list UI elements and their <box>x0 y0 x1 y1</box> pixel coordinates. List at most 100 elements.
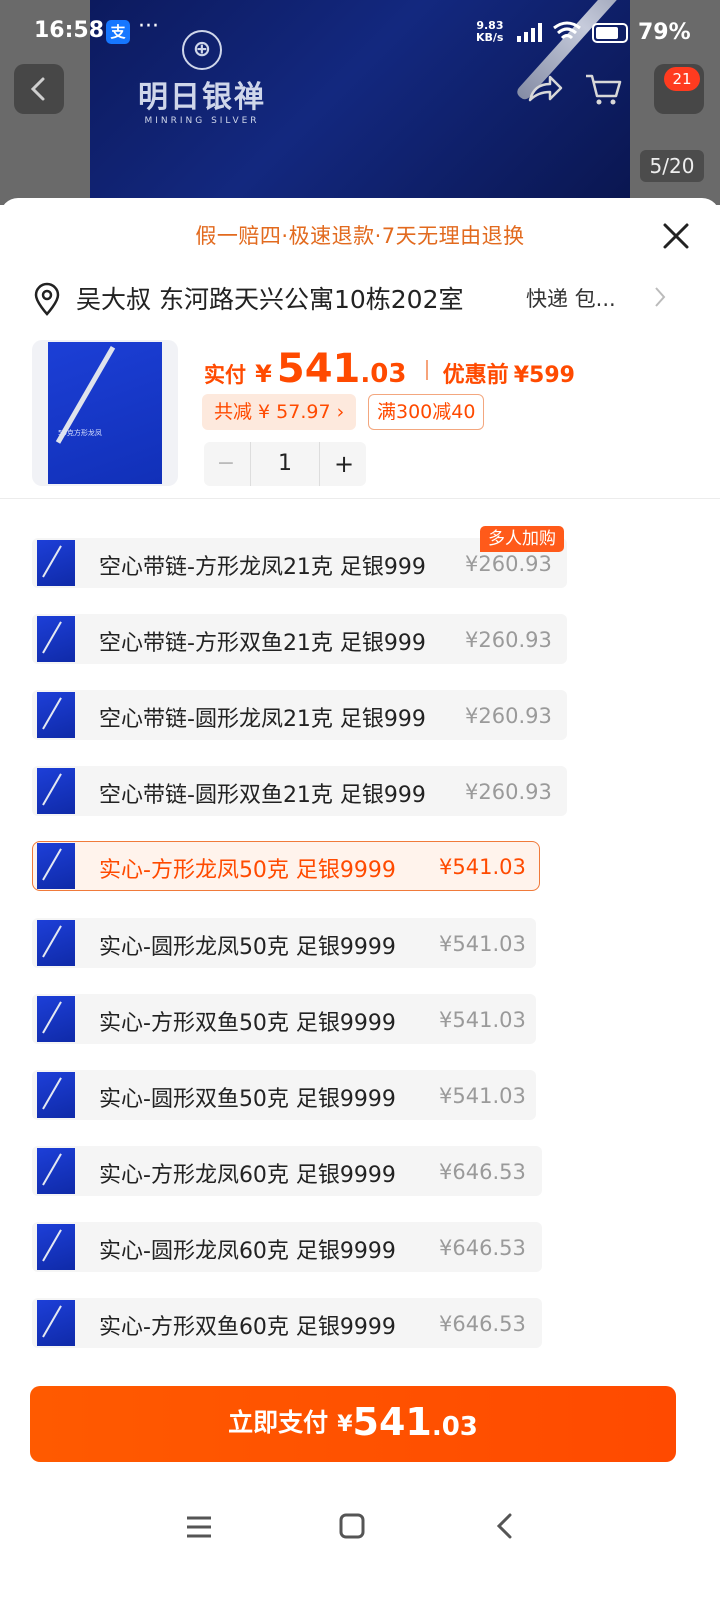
pay-now-decimal: .03 <box>431 1412 478 1442</box>
variant-option[interactable]: 实心-方形双鱼50克 足银9999 ¥541.03 <box>32 994 536 1044</box>
decrease-quantity-button[interactable]: − <box>204 442 248 486</box>
promo-threshold-chip[interactable]: 满300减40 <box>368 394 485 430</box>
close-button[interactable] <box>656 216 696 256</box>
silver-item-graphic <box>42 925 62 958</box>
variant-label: 实心-方形双鱼50克 足银9999 <box>99 1011 396 1036</box>
variant-price: ¥646.53 <box>439 1236 526 1260</box>
variant-option[interactable]: 实心-方形龙凤60克 足银9999 ¥646.53 <box>32 1146 542 1196</box>
variant-thumbnail <box>37 1148 75 1194</box>
variant-thumbnail <box>37 768 75 814</box>
final-price-decimal: .03 <box>360 359 407 389</box>
silver-item-graphic <box>42 1077 62 1110</box>
variant-thumbnail <box>37 1224 75 1270</box>
chevron-left-icon <box>30 77 45 101</box>
share-button[interactable] <box>520 64 570 114</box>
more-notifications-icon: ··· <box>138 14 159 39</box>
variant-option-selected[interactable]: 实心-方形龙凤50克 足银9999 ¥541.03 <box>32 841 540 891</box>
variant-price: ¥260.93 <box>465 628 552 652</box>
battery-icon <box>592 23 628 43</box>
variant-price: ¥260.93 <box>465 704 552 728</box>
status-bar: 16:58 支 ··· 9.83 KB/s 79% <box>0 0 720 64</box>
variant-label: 空心带链-方形双鱼21克 足银999 <box>99 631 426 656</box>
variant-price: ¥260.93 <box>465 552 552 576</box>
increase-quantity-button[interactable]: + <box>322 442 366 486</box>
silver-item-graphic <box>42 848 62 881</box>
final-price-label: 实付 <box>204 363 246 387</box>
cart-icon <box>586 74 622 105</box>
pay-now-button[interactable]: 立即支付 ¥541.03 <box>30 1386 676 1462</box>
silver-item-graphic <box>42 545 62 578</box>
variant-label: 实心-圆形龙凤50克 足银9999 <box>99 935 396 960</box>
quantity-value[interactable]: 1 <box>250 442 320 486</box>
silver-item-graphic <box>42 1229 62 1262</box>
final-price: 实付 ¥ 541.03 优惠前 ¥599 <box>204 346 575 392</box>
quantity-stepper: − 1 + <box>204 442 366 486</box>
silver-item-graphic <box>42 773 62 806</box>
variant-price: ¥646.53 <box>439 1312 526 1336</box>
share-icon <box>528 75 563 102</box>
variant-price: ¥541.03 <box>439 1008 526 1032</box>
variant-price: ¥260.93 <box>465 780 552 804</box>
variant-label: 实心-方形双鱼60克 足银9999 <box>99 1315 396 1340</box>
variant-label: 实心-方形龙凤60克 足银9999 <box>99 1163 396 1188</box>
variant-thumbnail <box>37 920 75 966</box>
variant-thumbnail <box>37 1300 75 1346</box>
variant-label: 实心-圆形龙凤60克 足银9999 <box>99 1239 396 1264</box>
wifi-icon <box>553 21 581 40</box>
variant-price: ¥541.03 <box>439 932 526 956</box>
shipping-method: 快递 包... <box>526 287 616 311</box>
variant-label: 空心带链-圆形双鱼21克 足银999 <box>99 783 426 808</box>
price-divider <box>425 360 428 380</box>
silver-item-graphic <box>42 621 62 654</box>
final-price-currency: ¥ <box>255 360 272 388</box>
battery-percent: 79% <box>638 20 691 45</box>
pay-now-integer: 541 <box>352 1400 432 1444</box>
variant-label: 空心带链-方形龙凤21克 足银999 <box>99 555 426 580</box>
brand-subtitle: MINRING SILVER <box>144 116 260 126</box>
status-time: 16:58 <box>34 18 105 43</box>
address-row[interactable]: 吴大叔 东河路天兴公寓10栋202室 快递 包... <box>32 276 692 320</box>
variant-option[interactable]: 空心带链-圆形双鱼21克 足银999 ¥260.93 <box>32 766 567 816</box>
total-discount-chip[interactable]: 共减 ¥ 57.97 › <box>202 394 357 430</box>
silver-item-graphic <box>42 697 62 730</box>
variant-option[interactable]: 实心-圆形双鱼50克 足银9999 ¥541.03 <box>32 1070 536 1120</box>
pay-now-currency: ¥ <box>337 1412 353 1437</box>
menu-icon[interactable] <box>186 1514 212 1540</box>
variant-thumbnail <box>37 616 75 662</box>
variant-option[interactable]: 实心-圆形龙凤60克 足银9999 ¥646.53 <box>32 1222 542 1272</box>
popular-tag: 多人加购 <box>480 526 564 552</box>
cart-count-badge: 21 <box>664 67 700 91</box>
close-icon <box>663 223 689 249</box>
original-price-label: 优惠前 <box>442 363 509 388</box>
original-price-value: ¥599 <box>513 363 575 388</box>
brand-name: 明日银禅 <box>138 80 266 115</box>
alipay-icon: 支 <box>106 20 130 44</box>
variant-thumbnail <box>37 540 75 586</box>
silver-item-graphic <box>42 1001 62 1034</box>
variant-option[interactable]: 实心-方形双鱼60克 足银9999 ¥646.53 <box>32 1298 542 1348</box>
pay-now-content: 立即支付 ¥541.03 <box>228 1400 478 1444</box>
variant-option[interactable]: 实心-圆形龙凤50克 足银9999 ¥541.03 <box>32 918 536 968</box>
silver-item-graphic <box>42 1153 62 1186</box>
shipping-address: 吴大叔 东河路天兴公寓10栋202室 <box>76 285 464 314</box>
chevron-right-icon <box>655 287 666 307</box>
variant-option[interactable]: 空心带链-圆形龙凤21克 足银999 ¥260.93 <box>32 690 567 740</box>
sheet-divider <box>0 498 720 499</box>
product-thumbnail[interactable]: 50克方形龙凤 <box>32 340 178 486</box>
back-icon[interactable] <box>492 1512 518 1540</box>
variant-option[interactable]: 空心带链-方形双鱼21克 足银999 ¥260.93 <box>32 614 567 664</box>
cart-button[interactable] <box>578 64 628 114</box>
product-hero: ⊕ 明日银禅 MINRING SILVER 16:58 支 ··· 9.83 K… <box>0 0 720 205</box>
signal-icon <box>517 23 542 42</box>
variant-price: ¥541.03 <box>439 1084 526 1108</box>
network-speed-unit: KB/s <box>476 31 504 44</box>
product-thumb-caption: 50克方形龙凤 <box>58 429 102 437</box>
system-navigation-bar <box>0 1490 720 1570</box>
variant-label: 空心带链-圆形龙凤21克 足银999 <box>99 707 426 732</box>
variant-thumbnail <box>37 1072 75 1118</box>
back-button[interactable] <box>14 64 64 114</box>
home-square-icon[interactable] <box>338 1512 366 1540</box>
variant-label: 实心-方形龙凤50克 足银9999 <box>99 858 396 883</box>
silver-item-graphic <box>42 1305 62 1338</box>
location-pin-icon <box>34 282 60 316</box>
